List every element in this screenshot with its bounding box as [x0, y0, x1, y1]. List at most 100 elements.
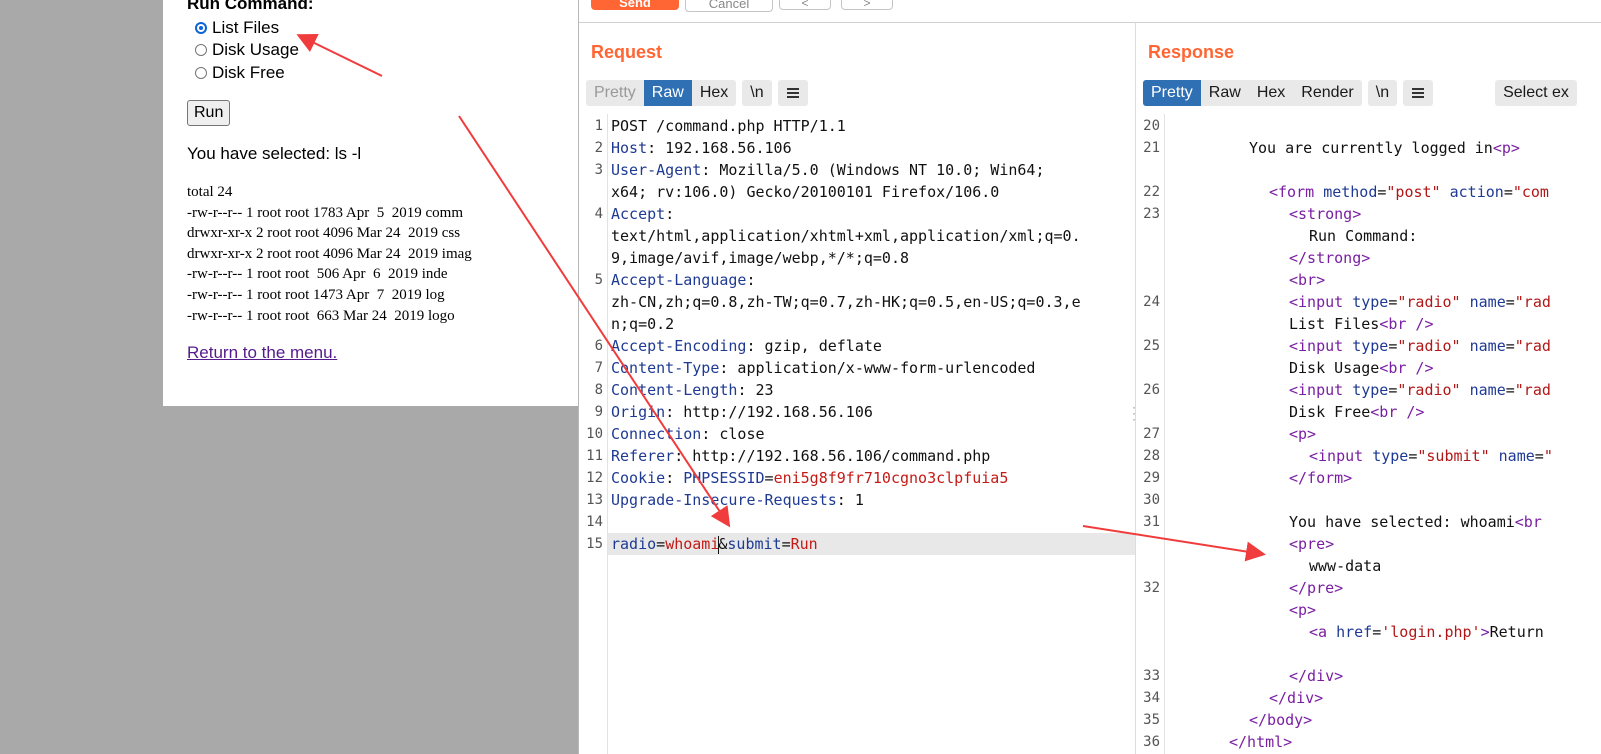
line-number: 7 [594, 360, 603, 376]
tab-hex[interactable]: Hex [1249, 80, 1293, 106]
code-token: = [1372, 623, 1382, 641]
hamburger-menu-icon[interactable] [1403, 80, 1434, 106]
code-token: : 192.168.56.106 [647, 139, 792, 157]
line-number: 15 [586, 536, 603, 552]
code-token: : 23 [737, 381, 774, 399]
code-token: </div> [1269, 689, 1324, 707]
return-to-menu-link[interactable]: Return to the menu. [187, 343, 337, 363]
code-line: Host: 192.168.56.106 [611, 137, 792, 159]
line-number: 4 [594, 206, 603, 222]
radio-disk-free[interactable]: Disk Free [195, 63, 285, 83]
code-token: Content-Length [611, 381, 738, 399]
tab-raw[interactable]: Raw [1201, 80, 1249, 106]
tab-raw[interactable]: Raw [643, 80, 692, 106]
line-number: 9 [594, 404, 603, 420]
line-number: 20 [1143, 118, 1160, 134]
line-number: 25 [1143, 338, 1160, 354]
tab-pretty[interactable]: Pretty [1143, 80, 1201, 106]
code-token: User-Agent [611, 161, 702, 179]
code-token: eni5g8f9fr710cgno3clpfuia5 [773, 469, 1009, 487]
radio-disk-usage[interactable]: Disk Usage [195, 40, 299, 60]
code-token: Return [1489, 623, 1544, 641]
line-number: 33 [1143, 668, 1160, 684]
code-line: Cookie: PHPSESSID=eni5g8f9fr710cgno3clpf… [611, 467, 1008, 489]
history-back-button[interactable]: < [779, 0, 831, 10]
code-line: Run Command: [1309, 225, 1417, 247]
line-number: 30 [1143, 492, 1160, 508]
line-number: 28 [1143, 448, 1160, 464]
code-line: You have selected: whoami<br [1289, 511, 1542, 533]
code-token: Run Command: [1309, 227, 1418, 245]
line-number: 2 [594, 140, 603, 156]
code-token: href [1336, 623, 1373, 641]
code-token: <strong> [1289, 205, 1362, 223]
code-token: <br [1514, 513, 1542, 531]
code-token: <a [1309, 623, 1337, 641]
code-token: Disk Usage [1289, 359, 1380, 377]
code-token: action [1449, 183, 1504, 201]
code-token: <input [1309, 447, 1373, 465]
code-token: 9,image/avif,image/webp,*/*;q=0.8 [611, 249, 910, 267]
code-token: <br /> [1379, 359, 1434, 377]
run-button[interactable]: Run [187, 100, 231, 126]
history-forward-button[interactable]: > [841, 0, 893, 10]
code-token: "rad [1514, 337, 1551, 355]
tab-hex[interactable]: Hex [692, 80, 736, 106]
code-token: Disk Free [1289, 403, 1371, 421]
code-token: = [1505, 337, 1515, 355]
line-number: 31 [1143, 514, 1160, 530]
tab-render[interactable]: Render [1293, 80, 1361, 106]
code-token: 'login.php' [1381, 623, 1481, 641]
code-line: </form> [1289, 467, 1352, 489]
code-line: x64; rv:106.0) Gecko/20100101 Firefox/10… [611, 181, 999, 203]
code-token: "radio" [1397, 381, 1470, 399]
line-number: 21 [1143, 140, 1160, 156]
code-line: <input type="radio" name="rad [1289, 291, 1551, 313]
line-number: 26 [1143, 382, 1160, 398]
code-token: : http://192.168.56.106/command.php [674, 447, 991, 465]
send-button[interactable]: Send [591, 0, 679, 10]
line-number: 34 [1143, 690, 1160, 706]
code-line: Disk Usage<br /> [1289, 357, 1434, 379]
response-viewer[interactable]: 20 21 You are currently logged in<p> 22 <for… [1136, 114, 1601, 754]
code-line: </div> [1269, 687, 1323, 709]
command-output: total 24 -rw-r--r-- 1 root root 1783 Apr… [187, 184, 472, 324]
code-line: You are currently logged in<p> [1249, 137, 1520, 159]
code-token: "rad [1514, 381, 1551, 399]
radio-icon[interactable] [195, 44, 207, 56]
code-line: Accept: [611, 203, 674, 225]
tab-pretty[interactable]: Pretty [586, 80, 644, 106]
code-token: Upgrade-Insecure-Requests [611, 491, 837, 509]
code-token: : http://192.168.56.106 [665, 403, 873, 421]
code-line: <input type="radio" name="rad [1289, 379, 1551, 401]
code-token: name [1498, 447, 1535, 465]
newline-toggle-button[interactable]: \n [1367, 80, 1398, 106]
code-token: <form [1269, 183, 1324, 201]
hamburger-menu-icon[interactable] [777, 80, 808, 106]
code-token: Origin [611, 403, 666, 421]
code-token: "rad [1514, 293, 1551, 311]
code-token: </form> [1289, 469, 1353, 487]
code-token: type [1372, 447, 1409, 465]
code-token: zh-CN,zh;q=0.8,zh-TW;q=0.7,zh-HK;q=0.5,e… [611, 293, 1081, 311]
code-token: </html> [1229, 733, 1293, 751]
code-token: "radio" [1397, 293, 1470, 311]
code-token: www-data [1309, 557, 1382, 575]
request-editor[interactable]: 1 POST /command.php HTTP/1.1 2 Host: 192.16… [579, 114, 1135, 754]
code-token: "radio" [1397, 337, 1470, 355]
newline-toggle-button[interactable]: \n [742, 80, 772, 106]
code-token: "post" [1386, 183, 1450, 201]
code-token: <input [1289, 293, 1353, 311]
code-line: <pre> [1289, 533, 1334, 555]
code-token: = [1534, 447, 1544, 465]
code-line: POST /command.php HTTP/1.1 [611, 115, 846, 137]
radio-icon-selected[interactable] [195, 22, 207, 34]
cancel-button[interactable]: Cancel [685, 0, 773, 12]
radio-label: List Files [212, 18, 280, 37]
code-token: Accept-Language [611, 271, 747, 289]
response-tab-group: Pretty Raw Hex Render [1143, 80, 1362, 106]
select-extension-button[interactable]: Select ex [1495, 80, 1577, 106]
radio-list-files[interactable]: List Files [195, 18, 279, 38]
radio-icon[interactable] [195, 67, 207, 79]
code-token: x64; rv:106.0) Gecko/20100101 Firefox/10… [611, 183, 1000, 201]
